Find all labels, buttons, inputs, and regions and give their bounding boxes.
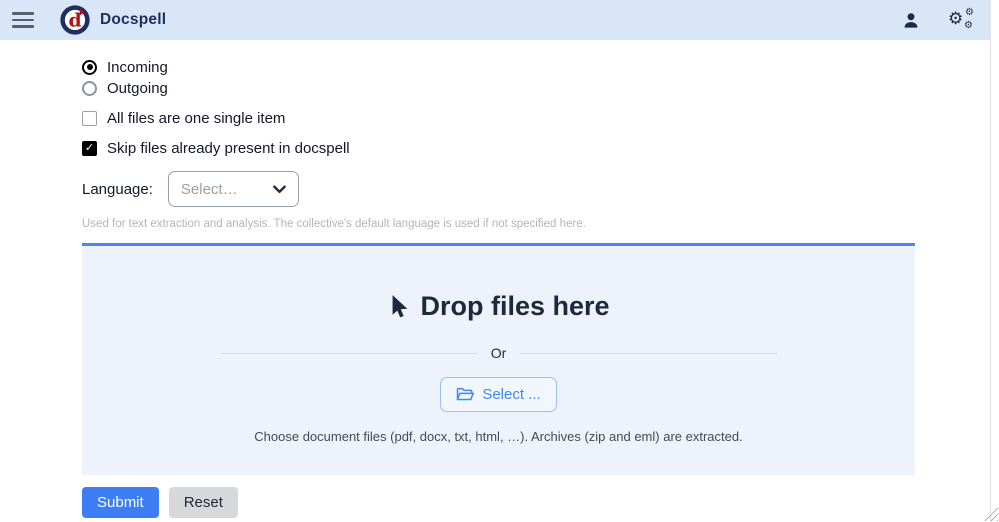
radio-outgoing[interactable]: Outgoing <box>82 78 915 98</box>
language-select-value: Select… <box>181 181 238 198</box>
select-files-button[interactable]: Select ... <box>440 377 556 412</box>
gear-glyph: ⚙ <box>948 11 963 28</box>
direction-radio-group: Incoming Outgoing <box>82 57 915 98</box>
menu-bar <box>12 25 34 28</box>
radio-incoming-label: Incoming <box>107 59 168 76</box>
menu-bar <box>12 19 34 22</box>
checkbox-skip-existing[interactable]: ✓ Skip files already present in docspell <box>82 138 915 158</box>
chevron-down-icon <box>273 185 286 194</box>
dropzone-hint: Choose document files (pdf, docx, txt, h… <box>254 429 742 444</box>
or-label: Or <box>491 345 507 361</box>
mouse-pointer-icon <box>387 294 409 320</box>
app-title[interactable]: Docspell <box>100 11 166 29</box>
svg-text:d: d <box>68 9 81 31</box>
language-row: Language: Select… <box>82 171 915 207</box>
language-select[interactable]: Select… <box>168 171 299 207</box>
radio-outgoing-label: Outgoing <box>107 80 168 97</box>
or-divider: Or <box>221 345 777 361</box>
radio-incoming[interactable]: Incoming <box>82 57 915 77</box>
docspell-logo-icon[interactable]: d <box>60 5 90 35</box>
gear-glyph: ⚙ <box>964 21 973 31</box>
checkbox-unchecked-icon[interactable] <box>82 111 97 126</box>
upload-form: Incoming Outgoing All files are one sing… <box>0 40 990 475</box>
reset-button[interactable]: Reset <box>169 487 238 518</box>
dropzone-title: Drop files here <box>420 291 609 322</box>
divider-line <box>520 353 776 354</box>
radio-unselected-icon[interactable] <box>82 81 97 96</box>
language-hint: Used for text extraction and analysis. T… <box>82 218 915 230</box>
menu-icon[interactable] <box>12 12 34 28</box>
checkbox-skip-existing-label: Skip files already present in docspell <box>107 140 350 157</box>
checkbox-checked-icon[interactable]: ✓ <box>82 141 97 156</box>
gear-glyph: ⚙ <box>965 8 974 18</box>
checkbox-single-item-label: All files are one single item <box>107 110 285 127</box>
radio-selected-icon[interactable] <box>82 60 97 75</box>
settings-gears-icon[interactable]: ⚙ ⚙ ⚙ <box>948 10 974 30</box>
top-bar: d Docspell ⚙ ⚙ ⚙ <box>0 0 990 40</box>
form-actions: Submit Reset <box>0 487 990 518</box>
check-icon: ✓ <box>85 143 94 154</box>
select-files-label: Select ... <box>482 386 540 403</box>
checkbox-single-item[interactable]: All files are one single item <box>82 108 915 128</box>
page: d Docspell ⚙ ⚙ ⚙ Incoming <box>0 0 990 522</box>
file-dropzone[interactable]: Drop files here Or Select ... Choose doc… <box>82 243 915 475</box>
submit-button[interactable]: Submit <box>82 487 159 518</box>
folder-open-icon <box>456 387 474 403</box>
divider-line <box>221 353 477 354</box>
topbar-actions: ⚙ ⚙ ⚙ <box>902 10 974 30</box>
dropzone-title-row: Drop files here <box>387 291 609 322</box>
menu-bar <box>12 12 34 15</box>
language-label: Language: <box>82 181 153 198</box>
user-account-icon[interactable] <box>902 11 920 30</box>
scrollbar-track[interactable] <box>990 0 999 522</box>
